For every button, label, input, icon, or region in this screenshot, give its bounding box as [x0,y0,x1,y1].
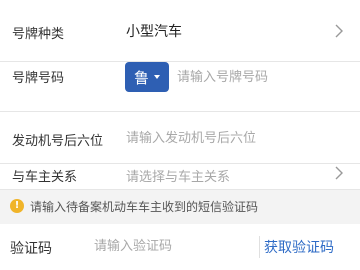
engine-number-label: 发动机号后六位 [12,134,104,149]
plate-number-input[interactable] [171,62,357,92]
plate-type-value[interactable]: 小型汽车 [126,21,182,41]
chevron-right-icon [334,24,344,38]
verification-code-label: 验证码 [10,241,52,257]
chevron-right-icon [334,166,344,180]
owner-relation-row[interactable]: 与车主关系 请选择与车主关系 [0,164,360,190]
province-value: 鲁 [133,68,149,87]
province-select-button[interactable]: 鲁 [125,62,169,92]
engine-number-input[interactable] [122,124,346,152]
sms-notice-text: 请输入待备案机动车车主收到的短信验证码 [30,200,259,214]
plate-number-row: 号牌号码 鲁 [0,62,360,112]
warning-icon: ! [10,199,24,213]
owner-relation-label: 与车主关系 [12,170,78,185]
verification-code-input[interactable] [90,232,244,260]
divider [259,236,260,258]
caret-down-icon [154,75,160,79]
owner-relation-select[interactable]: 请选择与车主关系 [126,166,230,185]
plate-type-label: 号牌种类 [12,27,65,42]
sms-notice-banner: ! 请输入待备案机动车车主收到的短信验证码 [0,190,360,224]
plate-type-row[interactable]: 号牌种类 小型汽车 [0,0,360,62]
get-code-button[interactable]: 获取验证码 [264,237,334,257]
verification-code-row: 验证码 获取验证码 [0,224,360,270]
plate-number-label: 号牌号码 [12,71,65,86]
engine-number-row: 发动机号后六位 [0,112,360,164]
